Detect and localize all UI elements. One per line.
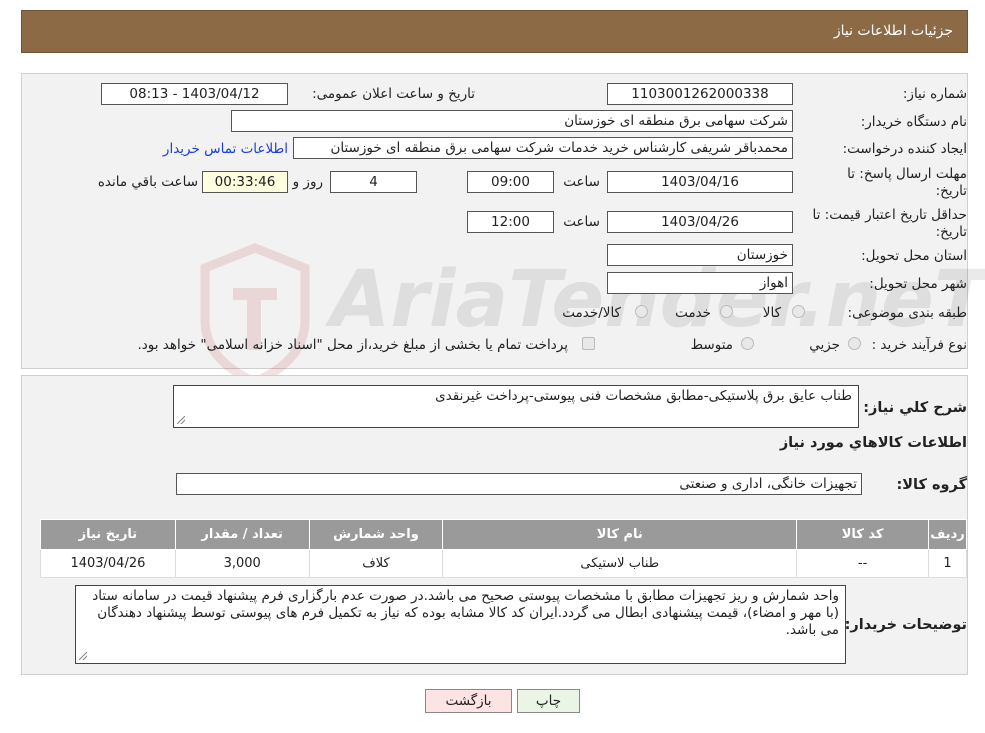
process-note: پرداخت تمام یا بخشی از مبلغ خرید،از محل … xyxy=(137,337,568,353)
creator-field: محمدباقر شریفی کارشناس خرید خدمات شرکت س… xyxy=(293,137,793,159)
validity-time-field: 12:00 xyxy=(467,211,554,233)
validity-label: حداقل تاریخ اعتبار قیمت: تا xyxy=(812,207,967,223)
cell-name: طناب لاستیکی xyxy=(442,549,798,578)
buyer-org-field: شرکت سهامی برق منطقه ای خوزستان xyxy=(231,110,793,132)
deadline-time-field: 09:00 xyxy=(467,171,554,193)
province-field: خوزستان xyxy=(607,244,793,266)
process-option-minor: جزیي xyxy=(809,337,840,353)
buyer-notes-text: واحد شمارش و ریز تجهیزات مطابق با مشخصات… xyxy=(92,588,839,638)
treasury-checkbox[interactable] xyxy=(582,337,595,350)
cell-code: -- xyxy=(796,549,929,578)
need-number-field: 1103001262000338 xyxy=(607,83,793,105)
resize-grip-icon[interactable] xyxy=(177,416,185,424)
validity-time-label: ساعت xyxy=(563,214,600,230)
col-name: نام کالا xyxy=(442,519,798,550)
print-button[interactable]: چاپ xyxy=(517,689,580,713)
process-radio-medium[interactable] xyxy=(741,337,754,350)
announce-label: تاریخ و ساعت اعلان عمومی: xyxy=(312,86,475,102)
watermark-text: AriaTender.neT xyxy=(330,255,985,345)
back-button[interactable]: بازگشت xyxy=(425,689,512,713)
buyer-contact-link[interactable]: اطلاعات تماس خریدار xyxy=(163,141,288,157)
buyer-notes-label: توضیحات خریدار: xyxy=(844,617,967,633)
deadline-time-label: ساعت xyxy=(563,174,600,190)
province-label: استان محل تحویل: xyxy=(861,248,967,264)
cell-quantity: 3,000 xyxy=(174,549,310,578)
col-row: رديف xyxy=(927,519,968,550)
page-header: جزئیات اطلاعات نیاز xyxy=(21,10,968,53)
description-text: طناب عایق برق پلاستیکی-مطابق مشخصات فنی … xyxy=(435,388,852,404)
buyer-notes-textarea[interactable]: واحد شمارش و ریز تجهیزات مطابق با مشخصات… xyxy=(75,585,846,664)
days-field: 4 xyxy=(330,171,417,193)
cell-need-date: 1403/04/26 xyxy=(40,549,176,578)
announce-field: 1403/04/12 - 08:13 xyxy=(101,83,288,105)
category-option-service: خدمت xyxy=(675,305,711,321)
resize-grip-icon[interactable] xyxy=(79,652,87,660)
city-field: اهواز xyxy=(607,272,793,294)
cell-row: 1 xyxy=(927,549,968,578)
page-title: جزئیات اطلاعات نیاز xyxy=(833,23,953,39)
col-code: کد کالا xyxy=(796,519,929,550)
buyer-org-label: نام دستگاه خريدار: xyxy=(860,114,967,130)
deadline-date-field: 1403/04/16 xyxy=(607,171,793,193)
remaining-time-field: 00:33:46 xyxy=(202,171,288,193)
col-quantity: تعداد / مقدار xyxy=(174,519,310,550)
days-label: روز و xyxy=(292,174,323,190)
remaining-label: ساعت باقي مانده xyxy=(97,174,198,190)
table-header-row: رديف کد کالا نام کالا واحد شمارش تعداد /… xyxy=(40,519,968,550)
category-option-goods-service: کالا/خدمت xyxy=(562,305,621,321)
col-unit: واحد شمارش xyxy=(308,519,444,550)
validity-label-date: تاریخ: xyxy=(935,224,967,240)
process-radio-minor[interactable] xyxy=(848,337,861,350)
validity-date-field: 1403/04/26 xyxy=(607,211,793,233)
description-label: شرح کلي نياز: xyxy=(863,400,967,416)
process-option-medium: متوسط xyxy=(690,337,733,353)
items-table: رديف کد کالا نام کالا واحد شمارش تعداد /… xyxy=(40,519,968,578)
category-option-goods: کالا xyxy=(762,305,781,321)
category-radio-goods[interactable] xyxy=(792,305,805,318)
goods-group-label: گروه کالا: xyxy=(896,477,967,493)
col-need-date: تاريخ نياز xyxy=(40,519,176,550)
category-radio-service[interactable] xyxy=(720,305,733,318)
city-label: شهر محل تحویل: xyxy=(869,276,967,292)
need-number-label: شماره نیاز: xyxy=(902,86,967,102)
goods-group-field: تجهیزات خانگی، اداری و صنعتی xyxy=(176,473,862,495)
category-label: طبقه بندی موضوعی: xyxy=(847,305,967,321)
deadline-label-date: تاریخ: xyxy=(935,183,967,199)
goods-section-title: اطلاعات کالاهاي مورد نياز xyxy=(779,435,967,451)
category-radio-goods-service[interactable] xyxy=(635,305,648,318)
creator-label: ایجاد کننده درخواست: xyxy=(842,141,967,157)
cell-unit: کلاف xyxy=(308,549,444,578)
table-row: 1 -- طناب لاستیکی کلاف 3,000 1403/04/26 xyxy=(40,549,968,578)
process-label: نوع فرآیند خرید : xyxy=(871,337,967,353)
deadline-label: مهلت ارسال پاسخ: تا xyxy=(847,166,967,182)
description-textarea[interactable]: طناب عایق برق پلاستیکی-مطابق مشخصات فنی … xyxy=(173,385,859,428)
